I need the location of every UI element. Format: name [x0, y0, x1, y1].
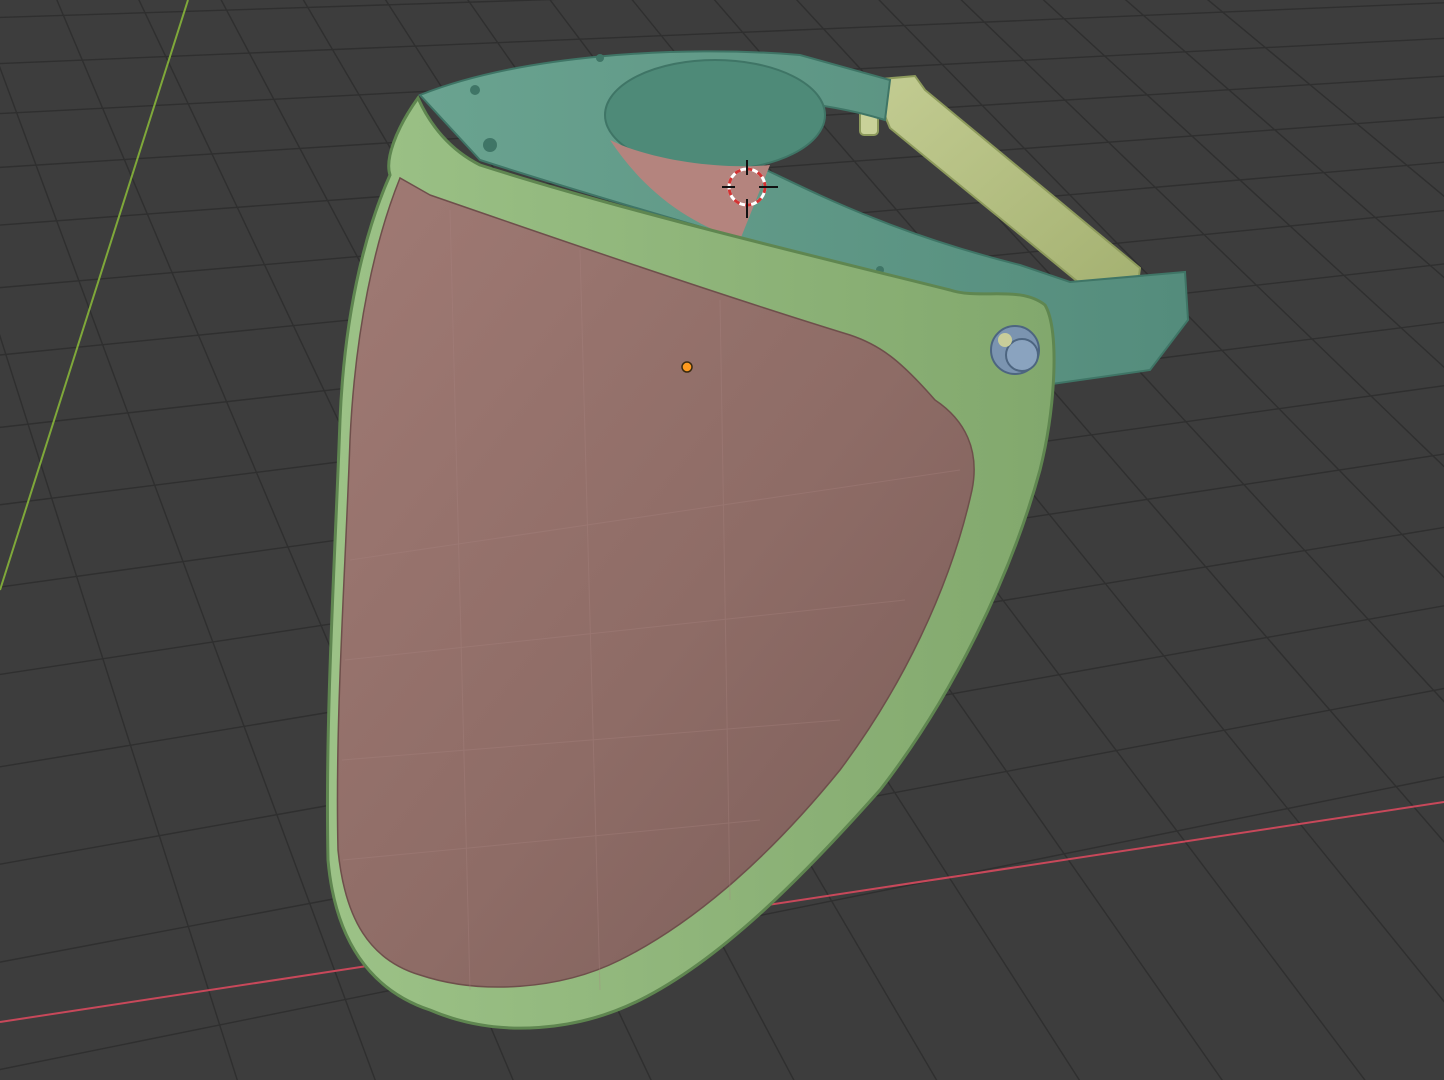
3d-viewport[interactable]	[0, 0, 1444, 1080]
adjustment-knob[interactable]	[990, 325, 1040, 375]
object-origin-point[interactable]	[681, 361, 693, 373]
viewport-canvas[interactable]	[0, 0, 1444, 1080]
